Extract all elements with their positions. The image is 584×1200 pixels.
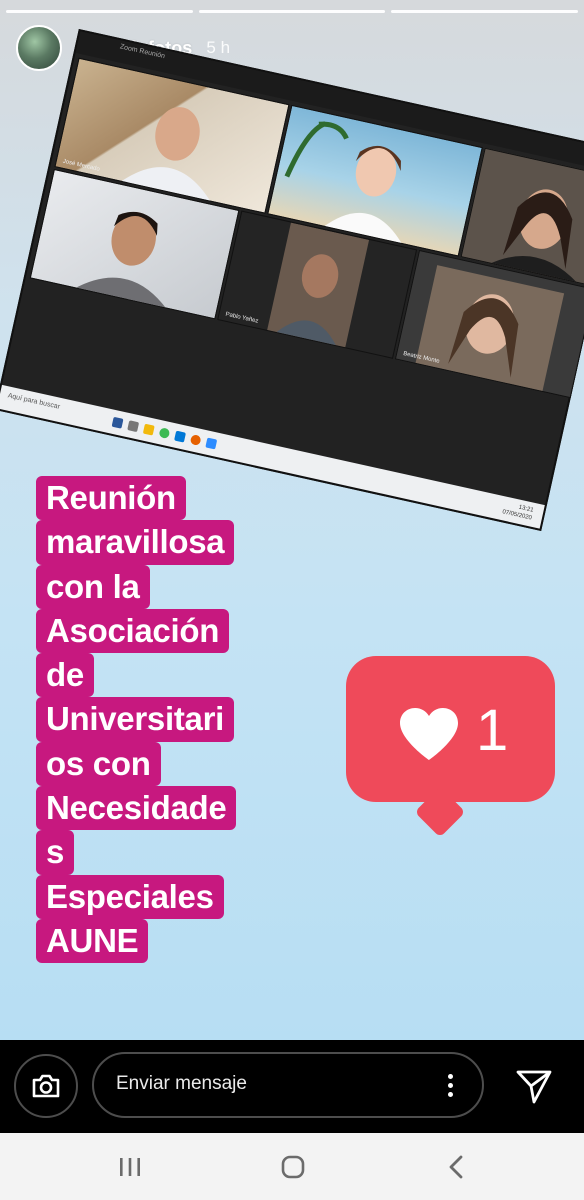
chrome-icon [158,427,171,440]
back-icon[interactable] [442,1152,472,1182]
app-icon [111,416,124,429]
window-title: Zoom Reunión [119,43,166,61]
caption-line: os con [36,741,161,787]
app-icon [127,420,140,433]
progress-segment [198,10,386,13]
avatar[interactable] [16,25,62,71]
folder-icon [142,423,155,436]
home-icon[interactable] [278,1152,308,1182]
camera-icon [32,1074,60,1098]
firefox-icon [189,434,202,447]
caption-line: con la [36,564,150,609]
story-viewer[interactable]: joselillofotos 5 h Zoom Reunión José Mer… [0,0,584,1040]
story-progress-bar [6,10,579,13]
caption-line: AUNE [36,918,149,964]
zoom-icon [205,437,218,450]
post-time: 5 h [206,38,231,57]
progress-segment [6,10,193,13]
caption-line: Universitari [36,697,234,742]
caption-line: maravillosa [36,520,235,565]
caption-line: de [36,653,94,698]
caption-line: Asociación [36,608,230,654]
video-call-screenshot: Zoom Reunión José Mercado Pablo Yañez Be… [0,29,584,531]
caption-line: s [36,830,75,875]
progress-segment [391,10,579,13]
heart-icon [400,708,458,760]
caption-line: Reunión [36,476,186,521]
system-nav-bar [0,1133,584,1200]
story-caption: Reunión maravillosa con la Asociación de… [36,476,276,964]
message-placeholder: Enviar mensaje [116,1073,247,1094]
more-vertical-icon[interactable] [448,1074,454,1098]
taskbar-clock: 13:21 07/05/2020 [501,500,534,522]
camera-button[interactable] [14,1054,78,1118]
taskbar-search: Aquí para buscar [7,392,61,411]
message-input[interactable]: Enviar mensaje [92,1052,484,1118]
like-count-sticker: 1 [346,656,555,802]
recents-icon[interactable] [115,1152,145,1182]
message-bar: Enviar mensaje [0,1040,584,1133]
edge-icon [174,430,186,443]
caption-line: Necesidade [36,786,237,831]
like-count: 1 [476,698,509,763]
send-icon[interactable] [514,1066,554,1106]
caption-line: Especiales [36,874,224,919]
